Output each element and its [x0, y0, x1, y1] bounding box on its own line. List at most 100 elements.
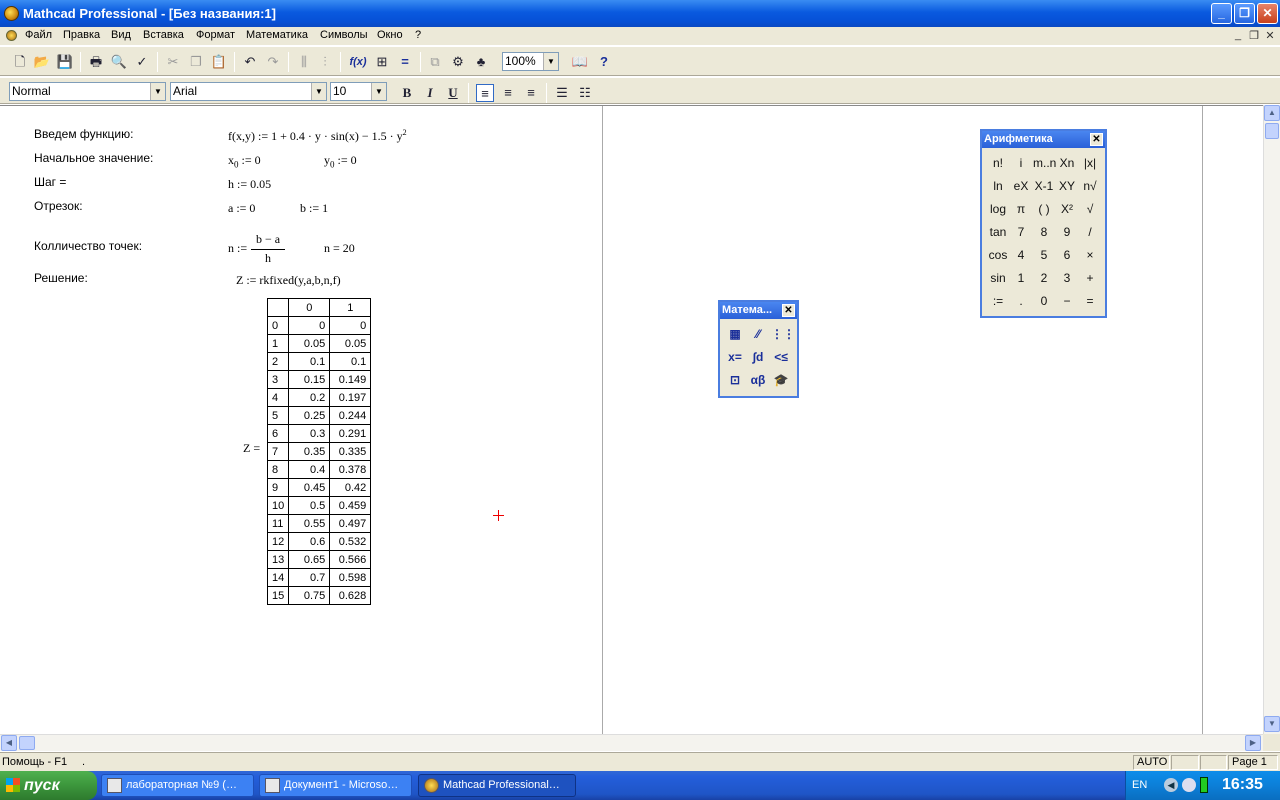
- arith-button[interactable]: log: [987, 199, 1009, 219]
- menu-symbols[interactable]: Символы: [320, 29, 368, 41]
- arith-button[interactable]: 3: [1056, 268, 1078, 288]
- vertical-scrollbar[interactable]: ▲ ▼: [1263, 105, 1280, 734]
- arith-button[interactable]: ( ): [1033, 199, 1055, 219]
- scroll-thumb[interactable]: [19, 736, 35, 750]
- numbered-list-icon[interactable]: ☷: [576, 84, 594, 102]
- help-icon[interactable]: ?: [595, 53, 613, 71]
- arithmetic-palette[interactable]: Арифметика ✕ n! i m..n Xn |x| ln eX X-1 XY n√ log π(…: [980, 129, 1107, 318]
- arith-button[interactable]: cos: [987, 245, 1009, 265]
- arith-button[interactable]: sin: [987, 268, 1009, 288]
- document-icon[interactable]: [6, 30, 17, 41]
- menu-view[interactable]: Вид: [111, 29, 131, 41]
- step-definition[interactable]: h := 0.05: [228, 177, 271, 192]
- arith-button[interactable]: /: [1079, 222, 1101, 242]
- resource-center-icon[interactable]: ♣: [472, 53, 490, 71]
- taskbar-button-mathcad[interactable]: Mathcad Professional…: [418, 774, 576, 797]
- menu-math[interactable]: Математика: [246, 29, 308, 41]
- y0-definition[interactable]: y0 := 0: [324, 153, 357, 169]
- cut-icon[interactable]: ✂: [164, 53, 182, 71]
- function-definition[interactable]: f(x,y) := 1 + 0.4 · y · sin(x) − 1.5 · y…: [228, 128, 407, 144]
- arith-button[interactable]: m..n: [1033, 153, 1056, 173]
- arith-button[interactable]: =: [1079, 291, 1101, 311]
- close-icon[interactable]: ✕: [782, 304, 795, 317]
- print-icon[interactable]: 🖶: [87, 53, 105, 71]
- menu-insert[interactable]: Вставка: [143, 29, 184, 41]
- arith-button[interactable]: ×: [1079, 245, 1101, 265]
- align-down-icon[interactable]: ⫶: [316, 53, 334, 71]
- doc-restore-icon[interactable]: ❐: [1246, 29, 1262, 42]
- arith-button[interactable]: :=: [987, 291, 1009, 311]
- scroll-left-icon[interactable]: ◀: [1, 735, 17, 751]
- back-arrow-icon[interactable]: ◀: [1164, 778, 1178, 792]
- start-button[interactable]: пуск: [0, 771, 97, 800]
- doc-close-icon[interactable]: ✕: [1262, 29, 1278, 42]
- undo-icon[interactable]: ↶: [241, 53, 259, 71]
- zoom-select[interactable]: 100% ▼: [502, 52, 559, 71]
- insert-component-icon[interactable]: ⚙: [449, 53, 467, 71]
- arith-button[interactable]: −: [1056, 291, 1078, 311]
- arith-button[interactable]: i: [1010, 153, 1032, 173]
- a-definition[interactable]: a := 0: [228, 201, 255, 216]
- open-icon[interactable]: 📂: [33, 53, 51, 71]
- scroll-up-icon[interactable]: ▲: [1264, 105, 1280, 121]
- underline-button[interactable]: U: [444, 84, 462, 102]
- math-palette-button[interactable]: ⁄⁄: [748, 324, 768, 344]
- x0-definition[interactable]: x0 := 0: [228, 153, 261, 169]
- text-label-interval[interactable]: Отрезок:: [34, 199, 83, 213]
- result-matrix[interactable]: 0 1 0 0 0 1 0.05 0.05 2 0.1 0.1 3 0.15 0.149 4 0.2 0.1…: [266, 298, 372, 605]
- battery-icon[interactable]: [1200, 777, 1208, 793]
- print-preview-icon[interactable]: 🔍: [110, 53, 128, 71]
- text-label-step[interactable]: Шаг =: [34, 175, 66, 189]
- math-palette-button[interactable]: 🎓: [771, 370, 791, 390]
- math-palette-button[interactable]: ⊡: [725, 370, 745, 390]
- arith-button[interactable]: 4: [1010, 245, 1032, 265]
- insert-unit-icon[interactable]: ⊞: [373, 53, 391, 71]
- arith-button[interactable]: Xn: [1056, 153, 1078, 173]
- arith-button[interactable]: 7: [1010, 222, 1032, 242]
- arith-button[interactable]: √: [1079, 199, 1101, 219]
- network-icon[interactable]: [1182, 778, 1196, 792]
- math-palette-button[interactable]: ⋮⋮: [771, 324, 795, 344]
- arith-button[interactable]: ln: [987, 176, 1009, 196]
- menu-help[interactable]: ?: [415, 29, 421, 41]
- align-across-icon[interactable]: ⫼: [295, 53, 313, 71]
- menu-format[interactable]: Формат: [196, 29, 235, 41]
- paste-icon[interactable]: 📋: [210, 53, 228, 71]
- copy-icon[interactable]: ❐: [187, 53, 205, 71]
- arith-button[interactable]: +: [1079, 268, 1101, 288]
- math-palette-button[interactable]: x=: [725, 347, 745, 367]
- calculate-icon[interactable]: =: [396, 53, 414, 71]
- arith-button[interactable]: .: [1010, 291, 1032, 311]
- arith-button[interactable]: 1: [1010, 268, 1032, 288]
- math-palette-button[interactable]: ▦: [725, 324, 745, 344]
- text-label-solution[interactable]: Решение:: [34, 271, 88, 285]
- arith-button[interactable]: n!: [987, 153, 1009, 173]
- clock[interactable]: 16:35: [1222, 776, 1263, 794]
- arith-button[interactable]: |x|: [1079, 153, 1101, 173]
- scroll-down-icon[interactable]: ▼: [1264, 716, 1280, 732]
- arith-button[interactable]: 8: [1033, 222, 1055, 242]
- palette-header[interactable]: Арифметика ✕: [982, 131, 1105, 148]
- chevron-down-icon[interactable]: ▼: [311, 83, 326, 100]
- style-select[interactable]: Normal ▼: [9, 82, 166, 101]
- scroll-thumb[interactable]: [1265, 123, 1279, 139]
- z-result-label[interactable]: Z =: [243, 441, 260, 456]
- arith-button[interactable]: eX: [1010, 176, 1032, 196]
- align-center-icon[interactable]: ≡: [499, 84, 517, 102]
- math-palette-button[interactable]: αβ: [748, 370, 768, 390]
- scroll-right-icon[interactable]: ▶: [1245, 735, 1261, 751]
- math-palette-button[interactable]: ∫d: [748, 347, 768, 367]
- spellcheck-icon[interactable]: ✓: [133, 53, 151, 71]
- bold-button[interactable]: B: [398, 84, 416, 102]
- doc-minimize-icon[interactable]: _: [1230, 29, 1246, 42]
- menu-window[interactable]: Окно: [377, 29, 403, 41]
- arith-button[interactable]: 6: [1056, 245, 1078, 265]
- align-right-icon[interactable]: ≡: [522, 84, 540, 102]
- maximize-button[interactable]: ❐: [1234, 3, 1255, 24]
- arith-button[interactable]: π: [1010, 199, 1032, 219]
- save-icon[interactable]: 💾: [56, 53, 74, 71]
- n-result[interactable]: n = 20: [324, 241, 355, 256]
- redo-icon[interactable]: ↷: [264, 53, 282, 71]
- insert-hyperlink-icon[interactable]: ⧉: [426, 53, 444, 71]
- arith-button[interactable]: tan: [987, 222, 1009, 242]
